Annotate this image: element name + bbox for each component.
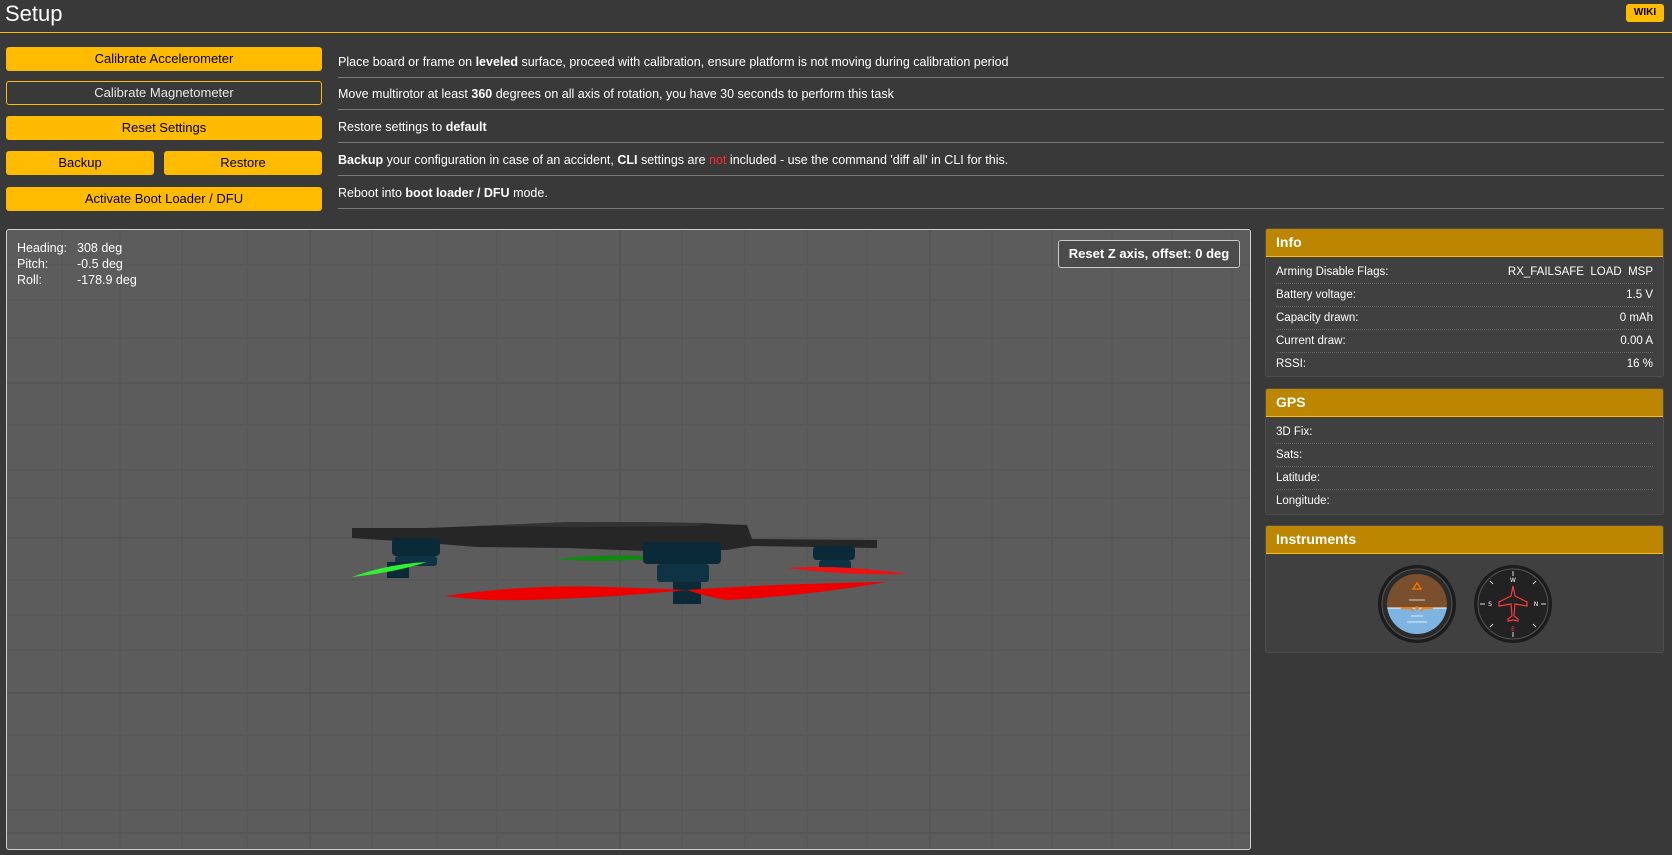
backup-button[interactable]: Backup [6,151,154,175]
page-title: Setup [5,1,63,26]
info-panel-title: Info [1266,229,1663,257]
motor-back-right [813,546,855,560]
pitch-value: -0.5 deg [77,257,123,271]
roll-value: -178.9 deg [77,273,137,287]
motor-front-right [643,542,721,564]
gps-row-latitude: Latitude: [1276,467,1653,490]
roll-label: Roll: [17,273,43,287]
calibrate-magnetometer-button[interactable]: Calibrate Magnetometer [6,81,322,105]
calibrate-accelerometer-description: Place board or frame on leveled surface,… [338,46,1664,78]
svg-text:W: W [1510,577,1516,584]
instruments-panel-title: Instruments [1266,526,1663,554]
page-header: Setup WIKI [0,0,1672,33]
model-3d-view[interactable]: Heading: 308 deg Pitch: -0.5 deg Roll: -… [6,229,1251,850]
reset-z-axis-button[interactable]: Reset Z axis, offset: 0 deg [1058,240,1240,268]
attitude-indicator-icon [1377,565,1456,643]
info-panel: Info Arming Disable Flags: RX_FAILSAFE L… [1265,228,1664,377]
svg-text:S: S [1488,601,1492,608]
restore-button[interactable]: Restore [164,151,322,175]
gps-panel: GPS 3D Fix: Sats: Latitude: Longitude: [1265,388,1664,515]
propeller-front-right [445,586,687,601]
gps-row-3d-fix: 3D Fix: [1276,421,1653,444]
propeller-back-right [787,566,907,575]
gps-row-sats: Sats: [1276,444,1653,467]
attitude-readout: Heading: 308 deg Pitch: -0.5 deg Roll: -… [17,240,137,288]
quadcopter-model [352,522,907,604]
instruments-panel: Instruments W N S E [1265,525,1664,653]
heading-value: 308 deg [77,241,123,255]
info-row-battery-voltage: Battery voltage: 1.5 V [1276,284,1653,307]
reset-settings-description: Restore settings to default [338,111,1664,143]
info-row-arming-flags: Arming Disable Flags: RX_FAILSAFE LOAD M… [1276,261,1653,284]
svg-text:N: N [1533,601,1538,608]
pitch-label: Pitch: [17,257,49,271]
heading-indicator-icon: W N S E [1473,565,1552,643]
wiki-button[interactable]: WIKI [1626,4,1664,22]
gps-panel-title: GPS [1266,389,1663,417]
info-row-rssi: RSSI: 16 % [1276,358,1653,370]
heading-label: Heading: [17,241,68,255]
info-row-capacity-drawn: Capacity drawn: 0 mAh [1276,307,1653,330]
calibrate-accelerometer-button[interactable]: Calibrate Accelerometer [6,47,322,71]
bootloader-description: Reboot into boot loader / DFU mode. [338,177,1664,209]
backup-restore-description: Backup your configuration in case of an … [338,144,1664,176]
gps-row-longitude: Longitude: [1276,495,1330,507]
reset-settings-button[interactable]: Reset Settings [6,116,322,140]
motor-front-left [392,538,440,556]
svg-text:E: E [1511,626,1515,633]
calibrate-magnetometer-description: Move multirotor at least 360 degrees on … [338,78,1664,110]
activate-bootloader-button[interactable]: Activate Boot Loader / DFU [6,187,322,211]
info-row-current-draw: Current draw: 0.00 A [1276,330,1653,353]
